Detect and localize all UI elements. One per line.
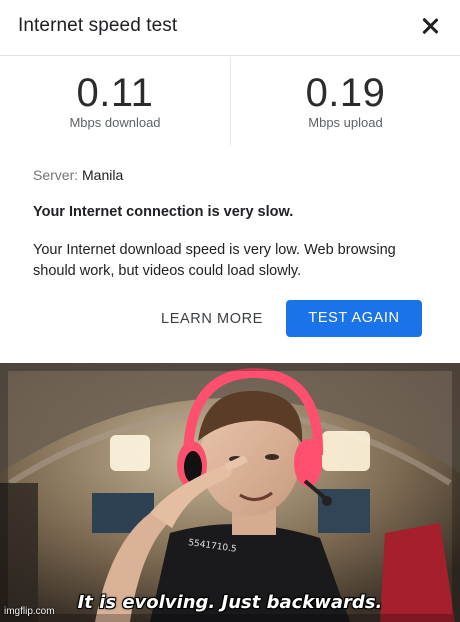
- meme-caption: It is evolving. Just backwards.: [77, 592, 383, 613]
- meme-illustration: 5541710.5: [0, 363, 460, 622]
- server-name: Manila: [82, 167, 124, 183]
- dialog-header: Internet speed test: [0, 0, 460, 56]
- test-again-button[interactable]: TEST AGAIN: [286, 300, 422, 337]
- upload-metric: 0.19 Mbps upload: [230, 57, 460, 145]
- meme-image: 5541710.5: [0, 363, 460, 622]
- dialog-title: Internet speed test: [18, 15, 178, 36]
- connection-status: Your Internet connection is very slow.: [33, 204, 294, 220]
- learn-more-button[interactable]: LEARN MORE: [150, 302, 274, 336]
- speed-metrics: 0.11 Mbps download 0.19 Mbps upload: [0, 57, 460, 145]
- headphone-right: [294, 439, 322, 487]
- download-metric: 0.11 Mbps download: [0, 57, 230, 145]
- download-speed-value: 0.11: [76, 71, 154, 115]
- monitor: [318, 489, 370, 533]
- imgflip-watermark: imgflip.com: [4, 606, 55, 617]
- download-speed-unit: Mbps download: [69, 115, 161, 130]
- close-icon[interactable]: [416, 12, 444, 40]
- speed-description: Your Internet download speed is very low…: [33, 242, 396, 279]
- server-info: Server: Manila: [33, 167, 123, 183]
- upload-speed-unit: Mbps upload: [308, 115, 383, 130]
- ceiling-light: [322, 431, 370, 471]
- ceiling-light: [110, 435, 150, 471]
- upload-speed-value: 0.19: [305, 71, 386, 115]
- microphone: [322, 496, 332, 506]
- server-label: Server:: [33, 167, 79, 183]
